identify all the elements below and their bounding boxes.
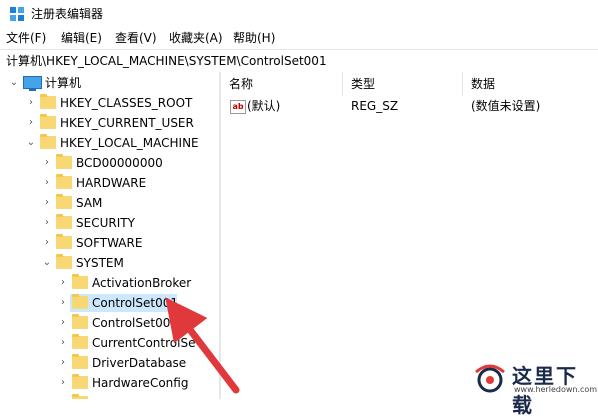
tree-item-controlset002[interactable]: › ControlSet002 [0,313,219,333]
tree-label: ControlSet002 [92,316,178,330]
folder-icon [40,134,56,149]
folder-icon [72,314,88,329]
chevron-right-icon[interactable]: › [41,213,53,233]
tree-item-driverdatabase[interactable]: › DriverDatabase [0,353,219,373]
computer-icon [23,76,42,91]
chevron-down-icon[interactable]: ⌄ [8,73,20,93]
folder-icon [72,334,88,349]
watermark-logo-icon [475,364,505,393]
value-data: (数值未设置) [471,99,541,113]
column-header-data[interactable]: 数据 [463,72,598,96]
window-title: 注册表编辑器 [31,7,104,21]
chevron-right-icon[interactable]: › [57,353,69,373]
tree-item-hardwareconfig[interactable]: › HardwareConfig [0,373,219,393]
tree-item-activationbroker[interactable]: › ActivationBroker [0,273,219,293]
chevron-right-icon[interactable]: › [57,393,69,399]
chevron-right-icon[interactable]: › [57,313,69,333]
tree-item-hkcu[interactable]: › HKEY_CURRENT_USER [0,113,219,133]
chevron-down-icon[interactable]: ⌄ [41,253,53,273]
chevron-right-icon[interactable]: › [41,193,53,213]
tree-item-computer[interactable]: ⌄ 计算机 [0,73,219,93]
chevron-right-icon[interactable]: › [57,333,69,353]
folder-icon [56,154,72,169]
tree-label: SYSTEM [76,256,124,270]
folder-icon [72,274,88,289]
chevron-right-icon[interactable]: › [57,293,69,313]
tree-item-partial[interactable]: › [0,393,219,399]
tree-label: HKEY_LOCAL_MACHINE [60,136,199,150]
title-bar: 注册表编辑器 [0,0,598,28]
tree-item-hklm[interactable]: ⌄ HKEY_LOCAL_MACHINE [0,133,219,153]
tree-label: 计算机 [45,76,82,90]
menu-file[interactable]: 文件(F) [6,30,46,46]
tree-pane[interactable]: ⌄ 计算机 › HKEY_CLASSES_ROOT › HKEY_CURRENT… [0,72,219,399]
menu-help[interactable]: 帮助(H) [233,30,275,46]
tree-item-hardware[interactable]: › HARDWARE [0,173,219,193]
string-value-icon: ab [230,100,246,114]
folder-icon [72,354,88,369]
chevron-right-icon[interactable]: › [25,113,37,133]
folder-icon [72,374,88,389]
column-header-type[interactable]: 类型 [343,72,463,96]
tree-label: SAM [76,196,103,210]
chevron-right-icon[interactable]: › [41,233,53,253]
tree-label: SOFTWARE [76,236,143,250]
tree-item-hkcr[interactable]: › HKEY_CLASSES_ROOT [0,93,219,113]
chevron-down-icon[interactable]: ⌄ [25,133,37,153]
tree-label: HKEY_CURRENT_USER [60,116,194,130]
chevron-right-icon[interactable]: › [25,93,37,113]
menu-view[interactable]: 查看(V) [115,30,157,46]
chevron-right-icon[interactable]: › [41,153,53,173]
tree-item-sam[interactable]: › SAM [0,193,219,213]
chevron-right-icon[interactable]: › [57,373,69,393]
chevron-right-icon[interactable]: › [41,173,53,193]
folder-icon [40,114,56,129]
folder-icon [56,194,72,209]
folder-icon [56,214,72,229]
value-name[interactable]: (默认) [247,96,280,116]
menu-favorites[interactable]: 收藏夹(A) [169,30,223,46]
registry-editor-icon [10,7,24,21]
folder-icon [40,94,56,109]
menu-edit[interactable]: 编辑(E) [61,30,102,46]
tree-label: ControlSet001 [92,296,178,310]
folder-icon [56,234,72,249]
folder-icon [72,294,88,309]
folder-icon [56,174,72,189]
tree-item-currentcontrolset[interactable]: › CurrentControlSe [0,333,219,353]
tree-item-controlset001[interactable]: › ControlSet001 [0,293,219,313]
chevron-right-icon[interactable]: › [57,273,69,293]
address-bar[interactable]: 计算机\HKEY_LOCAL_MACHINE\SYSTEM\ControlSet… [0,49,598,73]
watermark: 这里下载 www.herledown.com [468,360,598,417]
folder-icon [56,254,72,269]
tree-item-software[interactable]: › SOFTWARE [0,233,219,253]
tree-label: SECURITY [76,216,135,230]
tree-label: BCD00000000 [76,156,163,170]
address-path[interactable]: 计算机\HKEY_LOCAL_MACHINE\SYSTEM\ControlSet… [6,53,327,69]
tree-label: HKEY_CLASSES_ROOT [60,96,193,110]
column-header-name[interactable]: 名称 [221,72,343,96]
menu-bar: 文件(F) 编辑(E) 查看(V) 收藏夹(A) 帮助(H) [0,28,598,48]
watermark-url: www.herledown.com [514,385,598,394]
tree-item-system[interactable]: ⌄ SYSTEM [0,253,219,273]
tree-label: ActivationBroker [92,276,192,290]
values-pane[interactable]: 名称 类型 数据 ab (默认) REG_SZ (数值未设置) [221,72,598,399]
tree-label: HARDWARE [76,176,147,190]
tree-label: CurrentControlSe [92,336,196,350]
tree-label: DriverDatabase [92,356,187,370]
tree-label: HardwareConfig [92,376,189,390]
tree-item-security[interactable]: › SECURITY [0,213,219,233]
value-type: REG_SZ [351,99,399,113]
tree-item-bcd[interactable]: › BCD00000000 [0,153,219,173]
